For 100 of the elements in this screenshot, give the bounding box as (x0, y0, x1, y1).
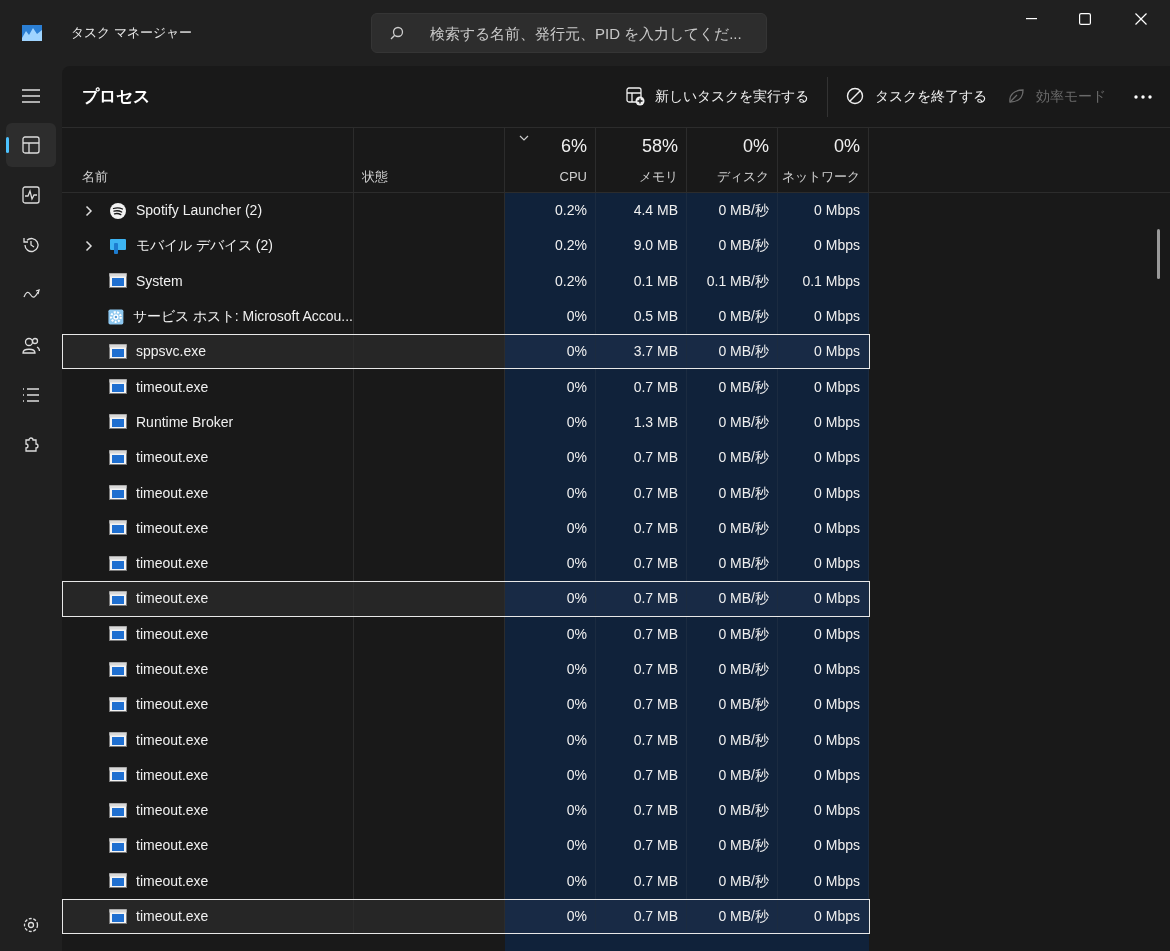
process-name: Runtime Broker (136, 412, 234, 432)
process-row[interactable]: timeout.exe 0% 0.7 MB 0 MB/秒 0 Mbps (62, 475, 870, 511)
process-row[interactable]: timeout.exe 0% 0.7 MB 0 MB/秒 0 Mbps (62, 687, 870, 723)
usage-cell: 0 MB/秒 (687, 298, 778, 335)
usage-cell: 0% (505, 757, 596, 794)
usage-cell: 0 Mbps (778, 545, 869, 582)
process-name: timeout.exe (136, 660, 209, 679)
minimize-icon (1025, 18, 1037, 20)
usage-cell: 0.7 MB (596, 687, 687, 723)
usage-cell: 0% (505, 298, 596, 335)
process-name: timeout.exe (136, 448, 209, 468)
usage-cell: 0% (505, 898, 596, 935)
usage-cell: 0 Mbps (778, 193, 869, 229)
column-header[interactable]: 0% ネットワーク (778, 128, 869, 192)
process-row[interactable]: timeout.exe 0% 0.7 MB 0 MB/秒 0 Mbps (62, 369, 870, 405)
usage-cell: 0.7 MB (596, 757, 687, 794)
usage-cell: 0 MB/秒 (687, 369, 778, 405)
process-name: timeout.exe (136, 907, 209, 927)
usage-cell: 0.7 MB (596, 651, 687, 688)
usage-cell: 0 MB/秒 (687, 404, 778, 441)
process-name: timeout.exe (136, 730, 209, 750)
expand-chevron-icon[interactable] (85, 239, 93, 252)
more-icon (1134, 94, 1152, 99)
app-window-icon (109, 695, 127, 714)
process-row[interactable]: Runtime Broker 0% 1.3 MB 0 MB/秒 0 Mbps (62, 404, 870, 441)
usage-cell: 0% (505, 651, 596, 688)
app-window-icon (109, 766, 127, 785)
process-row[interactable]: timeout.exe 0% 0.7 MB 0 MB/秒 0 Mbps (62, 722, 870, 758)
grid-icon (22, 136, 40, 154)
usage-cell: 0 MB/秒 (687, 228, 778, 264)
monitor-icon (109, 236, 127, 255)
column-header[interactable]: 6% CPU (505, 128, 596, 192)
process-row[interactable]: timeout.exe 0% 0.7 MB 0 MB/秒 0 Mbps (62, 581, 870, 617)
process-row[interactable]: timeout.exe 0% 0.7 MB 0 MB/秒 0 Mbps (62, 440, 870, 476)
process-row[interactable]: timeout.exe 0% 0.7 MB 0 MB/秒 0 Mbps (62, 828, 870, 864)
toolbar-button[interactable]: 新しいタスクを実行する (616, 78, 819, 115)
usage-cell: 0% (505, 863, 596, 899)
usage-cell: 0.1 Mbps (778, 263, 869, 299)
column-header[interactable]: 名前 (62, 128, 354, 192)
usage-cell: 3.7 MB (596, 334, 687, 370)
process-row[interactable]: モバイル デバイス (2) 0.2% 9.0 MB 0 MB/秒 0 Mbps (62, 228, 870, 264)
process-row[interactable]: timeout.exe 0% 0.7 MB 0 MB/秒 0 Mbps (62, 863, 870, 899)
process-row[interactable]: timeout.exe 0% 0.7 MB 0 MB/秒 0 Mbps (62, 651, 870, 688)
app-window-icon (109, 519, 127, 538)
column-header[interactable]: 0% ディスク (687, 128, 778, 192)
column-header[interactable]: 状態 (354, 128, 505, 192)
leaf-icon (1007, 87, 1026, 106)
usage-cell: 0 MB/秒 (687, 757, 778, 794)
usage-cell: 0% (505, 475, 596, 511)
usage-cell: 0.2% (505, 263, 596, 299)
process-name: timeout.exe (136, 624, 209, 644)
process-row[interactable]: timeout.exe 0% 0.7 MB 0 MB/秒 0 Mbps (62, 793, 870, 829)
scrollbar-thumb[interactable] (1157, 229, 1160, 279)
column-total: 0% (743, 134, 769, 158)
usage-cell: 0.7 MB (596, 828, 687, 864)
process-row[interactable]: Spotify Launcher (2) 0.2% 4.4 MB 0 MB/秒 0 Mbps (62, 193, 870, 229)
usage-cell: 0.7 MB (596, 545, 687, 582)
process-row[interactable]: System 0.2% 0.1 MB 0.1 MB/秒 0.1 Mbps (62, 263, 870, 299)
usage-cell: 0 Mbps (778, 298, 869, 335)
process-name: timeout.exe (136, 836, 209, 856)
column-label: メモリ (639, 167, 678, 186)
usage-cell: 0 Mbps (778, 475, 869, 511)
app-window-icon (109, 801, 127, 820)
toolbar-button[interactable]: タスクを終了する (836, 78, 997, 115)
usage-cell: 0.7 MB (596, 475, 687, 511)
process-row[interactable]: timeout.exe 0% 0.7 MB 0 MB/秒 0 Mbps (62, 757, 870, 794)
process-row[interactable]: sppsvc.exe 0% 3.7 MB 0 MB/秒 0 Mbps (62, 334, 870, 370)
expand-chevron-icon[interactable] (85, 204, 93, 217)
usage-cell: 0 MB/秒 (687, 334, 778, 370)
process-row[interactable]: timeout.exe 0% 0.7 MB 0 MB/秒 0 Mbps (62, 898, 870, 935)
process-row[interactable]: timeout.exe 0% 0.7 MB 0 MB/秒 0 Mbps (62, 616, 870, 652)
process-name: サービス ホスト: Microsoft Accou... (132, 307, 353, 327)
usage-cell: 0.7 MB (596, 510, 687, 546)
usage-cell: 0 MB/秒 (687, 475, 778, 511)
usage-cell: 0 Mbps (778, 440, 869, 476)
usage-cell: 0% (505, 828, 596, 864)
search-icon (390, 26, 404, 40)
usage-cell: 0% (505, 616, 596, 652)
app-window-icon (109, 625, 127, 644)
usage-cell: 0 MB/秒 (687, 828, 778, 864)
usage-cell: 0 Mbps (778, 898, 869, 935)
process-row[interactable]: サービス ホスト: Microsoft Accou... 0% 0.5 MB 0 MB/秒 0 Mbps (62, 298, 870, 335)
usage-cell: 0 MB/秒 (687, 722, 778, 758)
app-window-icon (109, 731, 127, 750)
usage-cell: 0% (505, 510, 596, 546)
usage-cell: 0% (505, 404, 596, 441)
column-header[interactable]: 58% メモリ (596, 128, 687, 192)
sidebar-tab[interactable] (6, 123, 56, 167)
usage-cell: 0.7 MB (596, 793, 687, 829)
usage-cell: 0 MB/秒 (687, 863, 778, 899)
search-field[interactable]: 検索する名前、発行元、PID を入力してくだ... (371, 13, 767, 53)
page-title: プロセス (82, 85, 150, 108)
puzzle-icon (22, 436, 40, 454)
process-row[interactable]: timeout.exe 0% 0.7 MB 0 MB/秒 0 Mbps (62, 545, 870, 582)
process-row[interactable]: timeout.exe 0% 0.7 MB 0 MB/秒 0 Mbps (62, 510, 870, 546)
app-window-icon (109, 342, 127, 361)
usage-cell: 0 Mbps (778, 828, 869, 864)
usage-cell: 0 Mbps (778, 404, 869, 441)
column-label: 状態 (362, 167, 389, 186)
usage-cell: 0 Mbps (778, 687, 869, 723)
